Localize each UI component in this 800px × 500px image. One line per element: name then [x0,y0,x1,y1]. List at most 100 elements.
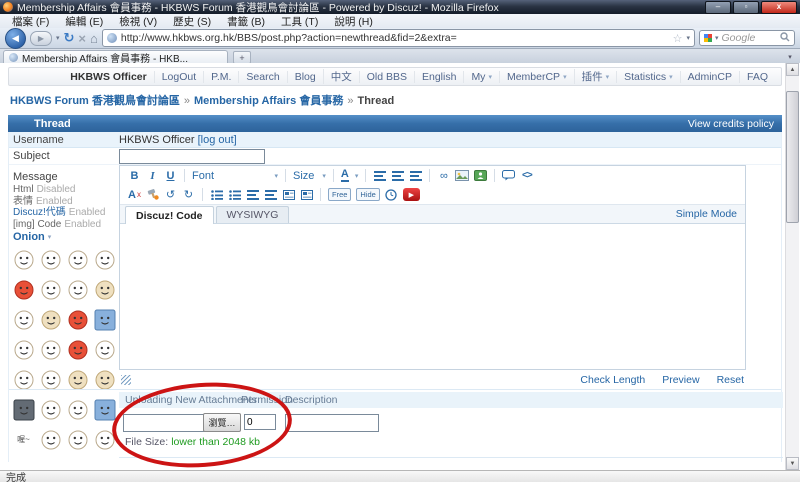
bold-button[interactable]: B [128,168,141,184]
ordered-list-icon[interactable] [210,187,223,203]
forward-button[interactable]: ▶ [30,31,52,46]
forum-nav-中文[interactable]: 中文 [323,69,359,84]
forum-nav-faq[interactable]: FAQ [739,71,775,83]
forum-nav-blog[interactable]: Blog [287,71,323,83]
maximize-button[interactable]: ▫ [733,1,759,14]
smiley-3[interactable] [64,245,91,275]
smiley-4[interactable] [91,245,118,275]
remove-format-icon[interactable]: Ax [128,187,141,203]
breadcrumb-section-link[interactable]: Membership Affairs 會員事務 [194,95,343,107]
description-input[interactable] [285,414,379,432]
search-engine-dropdown-icon[interactable]: ▾ [715,34,719,42]
breadcrumb-forum-link[interactable]: HKBWS Forum 香港觀鳥會討論區 [10,95,180,107]
link-icon[interactable]: ∞ [437,168,450,184]
menu-0[interactable]: 檔案 (F) [4,14,57,29]
indent-icon[interactable] [264,187,277,203]
history-dropdown-icon[interactable]: ▾ [56,34,60,42]
float-left-icon[interactable] [282,187,295,203]
image-icon[interactable] [455,168,469,184]
align-left-icon[interactable] [373,168,386,184]
menu-1[interactable]: 編輯 (E) [57,14,111,29]
undo-icon[interactable]: ↺ [164,187,177,203]
smiley-2[interactable] [37,245,64,275]
resize-handle[interactable] [121,375,131,385]
forum-nav-statistics[interactable]: Statistics▾ [616,71,680,83]
scrollbar-thumb[interactable] [786,91,799,223]
tab-wysiwyg[interactable]: WYSIWYG [216,206,290,223]
scroll-up-icon[interactable]: ▲ [786,63,799,76]
minimize-button[interactable]: – [705,1,731,14]
underline-button[interactable]: U [164,168,177,184]
tab-membership-affairs[interactable]: Membership Affairs 會員事務 - HKB... [3,50,228,63]
media-icon[interactable] [474,168,487,184]
search-icon[interactable] [780,32,790,45]
url-bar[interactable]: http://www.hkbws.org.hk/BBS/post.php?act… [102,29,695,47]
unordered-list-icon[interactable] [228,187,241,203]
smiley-11[interactable] [64,305,91,335]
search-box[interactable]: ▾ Google [699,30,795,46]
bookmark-dropdown-icon[interactable]: ▾ [686,34,690,42]
close-button[interactable]: x [761,1,797,14]
align-center-icon[interactable] [391,168,404,184]
forum-nav-logout[interactable]: LogOut [154,71,203,83]
format-brush-icon[interactable] [146,187,159,203]
size-dropdown[interactable]: Size▾ [293,168,326,184]
preview-link[interactable]: Preview [662,374,699,386]
smiley-13[interactable] [10,335,37,365]
smiley-9[interactable] [10,305,37,335]
google-logo-icon[interactable] [704,34,712,42]
search-input[interactable]: Google [722,32,777,44]
smiley-8[interactable] [91,275,118,305]
url-text[interactable]: http://www.hkbws.org.hk/BBS/post.php?act… [121,32,669,44]
tab-list-dropdown-icon[interactable]: ▾ [783,51,797,62]
smiley-7[interactable] [64,275,91,305]
smiley-16[interactable] [91,335,118,365]
bookmark-star-icon[interactable]: ☆ [673,32,683,45]
smiley-6[interactable] [37,275,64,305]
font-dropdown[interactable]: Font▾ [192,168,278,184]
menu-3[interactable]: 歷史 (S) [165,14,219,29]
back-button[interactable]: ◀ [5,28,26,49]
forum-nav-插件[interactable]: 插件▾ [574,69,617,84]
code-icon[interactable]: <> [520,168,533,184]
forum-nav-old-bbs[interactable]: Old BBS [359,71,414,83]
smiley-23[interactable] [64,395,91,425]
redo-icon[interactable]: ↻ [182,187,195,203]
stop-button[interactable]: × [78,31,86,46]
smiley-set-dropdown[interactable]: Onion ▾ [13,231,51,243]
forum-nav-admincp[interactable]: AdminCP [680,71,739,83]
outdent-icon[interactable] [246,187,259,203]
smiley-1[interactable] [10,245,37,275]
smiley-26[interactable] [37,425,64,455]
menu-2[interactable]: 檢視 (V) [111,14,165,29]
smiley-12[interactable] [91,305,118,335]
smiley-15[interactable] [64,335,91,365]
forum-nav-my[interactable]: My▾ [463,71,499,83]
smiley-5[interactable] [10,275,37,305]
smiley-14[interactable] [37,335,64,365]
hide-tag-button[interactable]: Hide [356,188,379,201]
color-dropdown[interactable]: A▾ [341,168,358,184]
message-textarea[interactable] [120,224,745,369]
tab-discuz-code[interactable]: Discuz! Code [125,206,214,224]
reload-button[interactable]: ↻ [64,30,75,46]
menu-4[interactable]: 書籤 (B) [219,14,273,29]
log-out-link[interactable]: [log out] [198,134,237,146]
forum-nav-membercp[interactable]: MemberCP▾ [499,71,574,83]
menu-6[interactable]: 說明 (H) [326,14,381,29]
forum-nav-search[interactable]: Search [238,71,286,83]
subject-input[interactable] [119,149,265,164]
smiley-25[interactable]: 喔~ [10,425,37,455]
reset-link[interactable]: Reset [717,374,744,386]
home-button[interactable]: ⌂ [90,31,98,46]
forum-nav-english[interactable]: English [414,71,463,83]
forum-nav-hkbws-officer[interactable]: HKBWS Officer [63,71,153,83]
simple-mode-link[interactable]: Simple Mode [676,208,737,220]
float-right-icon[interactable] [300,187,313,203]
view-credits-policy-link[interactable]: View credits policy [688,118,774,130]
free-tag-button[interactable]: Free [328,188,351,201]
forum-nav-p-m-[interactable]: P.M. [203,71,238,83]
smiley-21[interactable] [10,395,37,425]
quote-icon[interactable] [502,168,515,184]
clock-icon[interactable] [385,187,398,203]
